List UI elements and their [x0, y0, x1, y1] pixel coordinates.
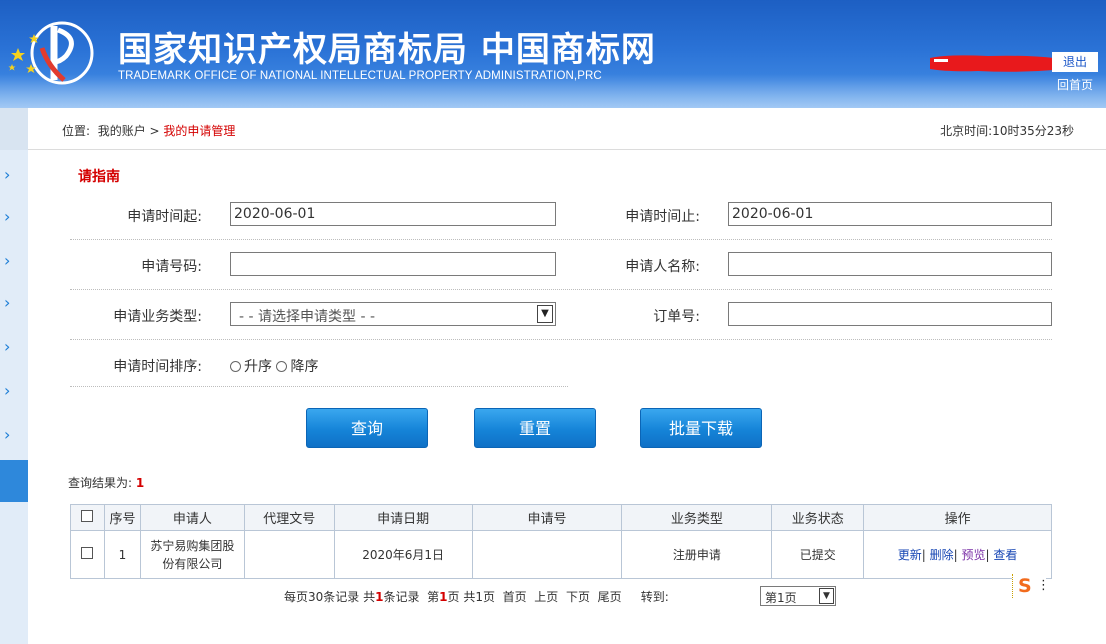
col-header: 申请日期 — [333, 504, 473, 531]
reset-button[interactable]: 重置 — [474, 408, 596, 448]
sidebar-expand-icon[interactable]: › — [0, 292, 28, 314]
sort-label: 申请时间排序: — [113, 359, 202, 375]
applicant-name-input[interactable] — [728, 252, 1052, 276]
sidebar-expand-icon[interactable]: › — [0, 380, 28, 402]
radio-icon — [230, 361, 241, 372]
app-number-input[interactable] — [230, 252, 556, 276]
sort-desc-radio[interactable]: 降序 — [276, 359, 318, 375]
sidebar-expand-icon[interactable]: › — [0, 336, 28, 358]
view-link[interactable]: 查看 — [993, 548, 1017, 562]
results-table: 序号 申请人 代理文号 申请日期 申请号 业务类型 业务状态 操作 1 苏宁易购… — [70, 504, 1052, 579]
update-link[interactable]: 更新 — [898, 548, 922, 562]
end-date-input[interactable] — [728, 202, 1052, 226]
chevron-down-icon: ▼ — [537, 305, 553, 323]
cell-agent-no — [243, 530, 335, 579]
breadcrumb-current: 我的申请管理 — [163, 124, 236, 138]
col-header: 代理文号 — [243, 504, 335, 531]
delete-link[interactable]: 删除 — [930, 548, 954, 562]
order-number-label: 订单号: — [653, 309, 700, 325]
order-number-input[interactable] — [728, 302, 1052, 326]
cell-no: 1 — [103, 530, 141, 579]
app-number-label: 申请号码: — [141, 259, 202, 275]
sidebar-expand-icon[interactable]: › — [0, 250, 28, 272]
col-header: 操作 — [863, 504, 1052, 531]
menu-dots-icon[interactable]: ⋮ — [1037, 578, 1050, 593]
prev-page-link[interactable]: 上页 — [534, 590, 558, 604]
guide-link[interactable]: 请指南 — [78, 166, 120, 186]
start-date-input[interactable] — [230, 202, 556, 226]
cell-app-no — [471, 530, 623, 579]
redacted-username — [930, 55, 1054, 72]
breadcrumb: 位置: 我的账户 > 我的申请管理 — [62, 124, 236, 138]
cell-status: 已提交 — [771, 530, 865, 579]
col-header: 序号 — [103, 504, 141, 531]
site-header: 国家知识产权局商标局 中国商标网 TRADEMARK OFFICE OF NAT… — [0, 0, 1106, 108]
site-title: 国家知识产权局商标局 中国商标网 — [118, 30, 656, 70]
col-header: 业务类型 — [621, 504, 773, 531]
cell-applicant: 苏宁易购集团股份有限公司 — [139, 530, 245, 579]
select-all-checkbox[interactable] — [81, 509, 94, 522]
query-button[interactable]: 查询 — [306, 408, 428, 448]
home-link[interactable]: 回首页 — [1052, 76, 1098, 93]
cell-biz-type: 注册申请 — [621, 530, 773, 579]
breadcrumb-my-account[interactable]: 我的账户 — [98, 124, 146, 138]
goto-label: 转到: — [640, 590, 669, 604]
goto-page-select[interactable]: 第1页 ▼ — [760, 586, 836, 606]
col-header: 申请号 — [471, 504, 623, 531]
sogou-logo-icon: S — [1018, 575, 1032, 597]
last-page-link[interactable]: 尾页 — [598, 590, 622, 604]
site-subtitle: TRADEMARK OFFICE OF NATIONAL INTELLECTUA… — [118, 70, 602, 82]
pagination: 每页30条记录 共1条记录 第1页 共1页 首页 上页 下页 尾页 转到: — [284, 590, 669, 604]
chevron-down-icon: ▼ — [819, 588, 834, 604]
business-type-label: 申请业务类型: — [113, 309, 202, 325]
sort-radio-group: 升序 降序 — [230, 356, 318, 376]
preview-link[interactable]: 预览 — [962, 548, 986, 562]
next-page-link[interactable]: 下页 — [566, 590, 590, 604]
sogou-ime-widget[interactable]: S ⋮ — [1012, 574, 1050, 598]
beijing-clock: 北京时间:10时35分23秒 — [940, 124, 1074, 138]
table-header-row: 序号 申请人 代理文号 申请日期 申请号 业务类型 业务状态 操作 — [70, 504, 1052, 531]
radio-icon — [276, 361, 288, 372]
breadcrumb-bar: 位置: 我的账户 > 我的申请管理 北京时间:10时35分23秒 — [28, 108, 1106, 150]
col-header: 申请人 — [139, 504, 245, 531]
cell-ops: 更新| 删除| 预览| 查看 — [863, 530, 1052, 579]
logout-button[interactable]: 退出 — [1052, 52, 1098, 72]
col-header: 业务状态 — [771, 504, 865, 531]
sidebar-expand-icon[interactable]: › — [0, 164, 28, 186]
cell-date: 2020年6月1日 — [333, 530, 473, 579]
sidebar-expand-icon[interactable]: › — [0, 424, 28, 446]
left-sidebar: › › › › › › › — [0, 108, 28, 644]
sidebar-expand-icon[interactable]: › — [0, 206, 28, 228]
batch-download-button[interactable]: 批量下载 — [640, 408, 762, 448]
applicant-name-label: 申请人名称: — [625, 259, 700, 275]
result-count: 查询结果为: 1 — [68, 476, 145, 490]
row-checkbox[interactable] — [81, 547, 94, 559]
start-date-label: 申请时间起: — [127, 209, 202, 225]
trademark-office-logo-icon — [8, 21, 94, 85]
table-row: 1 苏宁易购集团股份有限公司 2020年6月1日 注册申请 已提交 更新| 删除… — [70, 530, 1052, 579]
sidebar-item-active[interactable] — [0, 460, 28, 502]
sort-asc-radio[interactable]: 升序 — [230, 359, 272, 375]
first-page-link[interactable]: 首页 — [503, 590, 527, 604]
end-date-label: 申请时间止: — [625, 209, 700, 225]
business-type-select[interactable]: - - 请选择申请类型 - - ▼ — [230, 302, 556, 326]
